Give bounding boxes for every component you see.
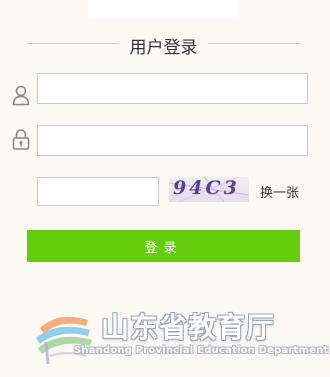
username-input[interactable] — [37, 73, 308, 104]
password-input[interactable] — [37, 125, 308, 156]
top-banner-strip — [88, 0, 238, 18]
login-title: 用户登录 — [129, 38, 198, 58]
captcha-input[interactable] — [37, 177, 159, 206]
captcha-image[interactable]: 94C3 — [169, 177, 249, 202]
title-divider-left — [27, 43, 119, 44]
title-divider-right — [208, 43, 300, 44]
logo-chinese-name: 山东省教育厅 — [101, 311, 276, 344]
logo-english-name: Shandong Provincial Education Department — [74, 345, 329, 356]
lock-icon — [12, 128, 30, 150]
captcha-text: 94C3 — [173, 177, 240, 199]
education-logo-icon — [36, 316, 92, 365]
login-page: 用户登录 94C3 换一张 登录 山东省教育厅 Shandong Provinc… — [0, 0, 330, 377]
captcha-refresh-link[interactable]: 换一张 — [260, 182, 299, 201]
user-icon — [12, 84, 30, 106]
footer-logo: 山东省教育厅 Shandong Provincial Education Dep… — [0, 300, 330, 377]
login-title-row: 用户登录 — [27, 33, 300, 58]
login-button[interactable]: 登录 — [27, 230, 300, 262]
